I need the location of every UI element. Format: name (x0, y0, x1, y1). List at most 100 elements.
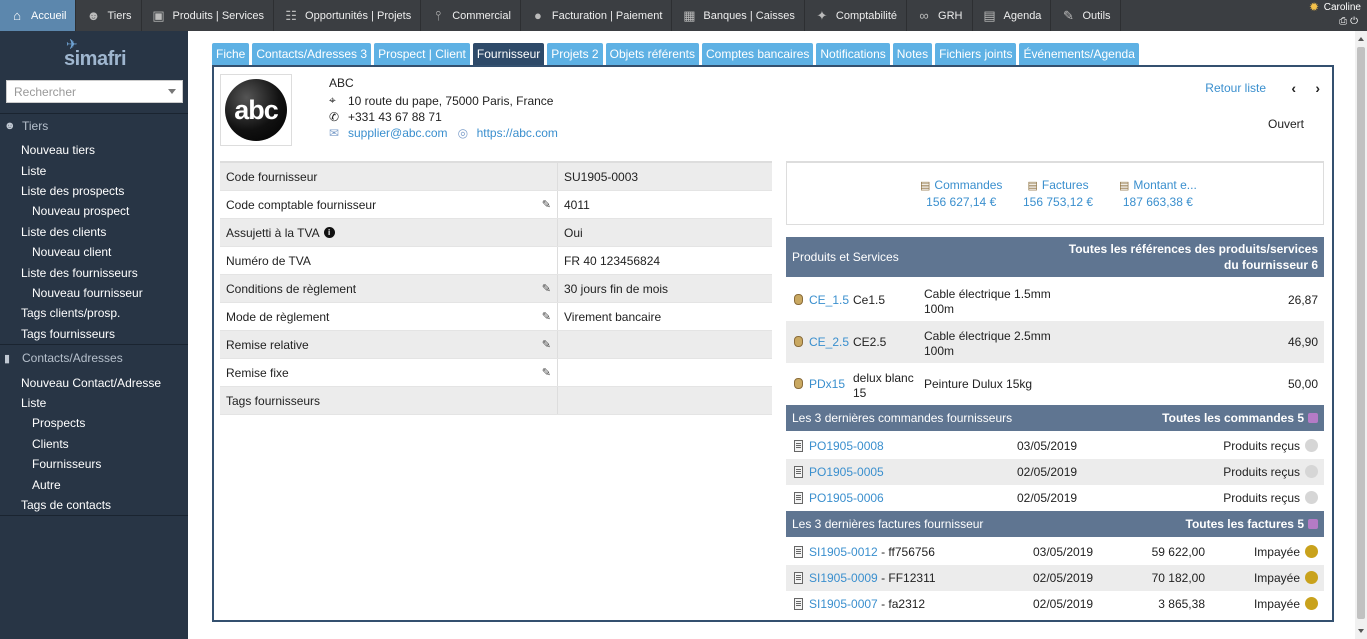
table-row: SI1905-0009 - FF12311 02/05/2019 70 182,00… (786, 565, 1324, 591)
tab-objets-referents[interactable]: Objets référents (605, 43, 699, 65)
pencil-edit-icon[interactable]: ✎ (542, 310, 551, 323)
menu-facturation-paiement[interactable]: ● Facturation | Paiement (521, 0, 673, 31)
next-record-button[interactable]: › (1315, 80, 1320, 96)
document-icon: ▤ (920, 179, 931, 192)
company-name: ABC (329, 76, 354, 90)
sidebar-item-autre[interactable]: Autre (32, 478, 61, 492)
sidebar-item-tags-contacts[interactable]: Tags de contacts (21, 498, 111, 512)
invoices-header: Les 3 dernières factures fournisseur Tou… (786, 511, 1324, 537)
menu-outils[interactable]: ✎ Outils (1051, 0, 1121, 31)
menu-commercial[interactable]: ⫯ Commercial (421, 0, 521, 31)
sidebar-item-tags-fournisseurs[interactable]: Tags fournisseurs (21, 327, 115, 341)
sidebar-item-nouveau-client[interactable]: Nouveau client (32, 245, 111, 259)
pencil-edit-icon[interactable]: ✎ (542, 366, 551, 379)
tab-bar: Fiche Contacts/Adresses 3 Prospect | Cli… (212, 43, 1139, 65)
list-item: CE_1.5 Ce1.5 Cable électrique 1.5mm 100m 26… (786, 279, 1324, 321)
top-menu-bar: ⌂ Accueil ☻ Tiers ▣ Produits | Services ☷ Op… (0, 0, 1367, 31)
scrollbar-thumb[interactable] (1357, 47, 1365, 619)
chevron-down-icon (168, 89, 176, 94)
email-link[interactable]: supplier@abc.com (348, 126, 448, 140)
sidebar-header-contacts[interactable]: ▮ Contacts/Adresses (4, 351, 123, 365)
sidebar-item-liste-clients[interactable]: Liste des clients (21, 225, 106, 239)
menu-tiers[interactable]: ☻ Tiers (76, 0, 142, 31)
previous-record-button[interactable]: ‹ (1291, 80, 1296, 96)
sidebar-item-clients[interactable]: Clients (32, 437, 69, 451)
sidebar: ✈ simafri Rechercher ☻ Tiers Nouveau tier… (0, 31, 188, 639)
sidebar-item-nouveau-fournisseur[interactable]: Nouveau fournisseur (32, 286, 143, 300)
app-logo[interactable]: ✈ simafri (0, 31, 188, 73)
document-icon (794, 466, 803, 478)
document-icon (794, 598, 803, 610)
all-invoices-link[interactable]: Toutes les factures 5 (1186, 517, 1305, 531)
company-phone: ✆ +331 43 67 88 71 (329, 110, 442, 124)
status-dot-icon (1305, 465, 1318, 478)
table-row: Remise relative ✎ (220, 331, 772, 359)
company-address: ⌖ 10 route du pape, 75000 Paris, France (329, 93, 554, 108)
user-name[interactable]: Caroline (1324, 2, 1361, 13)
sidebar-item-prospects[interactable]: Prospects (32, 416, 85, 430)
stat-montant[interactable]: ▤ Montant e... 187 663,38 € (1119, 178, 1197, 209)
status-dot-icon (1305, 571, 1318, 584)
tab-prospect-client[interactable]: Prospect | Client (374, 43, 470, 65)
tab-fichiers-joints[interactable]: Fichiers joints (935, 43, 1017, 65)
sidebar-item-liste[interactable]: Liste (21, 164, 46, 178)
status-dot-icon (1305, 545, 1318, 558)
chart-icon[interactable] (1308, 413, 1318, 423)
sidebar-item-fournisseurs[interactable]: Fournisseurs (32, 457, 101, 471)
map-pin-icon: ⌖ (329, 93, 336, 107)
stat-factures[interactable]: ▤ Factures 156 753,12 € (1023, 178, 1093, 209)
tab-contacts[interactable]: Contacts/Adresses 3 (252, 43, 372, 65)
table-row: SI1905-0012 - ff756756 03/05/2019 59 622,0… (786, 539, 1324, 565)
tab-notifications[interactable]: Notifications (816, 43, 890, 65)
lightbulb-icon[interactable]: ✹ (1309, 0, 1319, 14)
search-select[interactable]: Rechercher (6, 80, 183, 103)
menu-banques-caisses[interactable]: ▦ Banques | Caisses (672, 0, 805, 31)
scroll-up-icon[interactable] (1358, 37, 1364, 41)
sidebar-item-tags-clients[interactable]: Tags clients/prosp. (21, 306, 120, 320)
menu-grh[interactable]: ∞ GRH (907, 0, 973, 31)
menu-produits-services[interactable]: ▣ Produits | Services (142, 0, 275, 31)
sidebar-item-liste-prospects[interactable]: Liste des prospects (21, 184, 124, 198)
tab-notes[interactable]: Notes (892, 43, 933, 65)
sidebar-item-nouveau-prospect[interactable]: Nouveau prospect (32, 204, 129, 218)
company-contact-links: ✉ supplier@abc.com ◎ https://abc.com (329, 126, 568, 140)
tab-fiche[interactable]: Fiche (212, 43, 250, 65)
pencil-edit-icon[interactable]: ✎ (542, 338, 551, 351)
product-icon (794, 378, 803, 389)
page-scrollbar[interactable] (1355, 31, 1367, 639)
tab-projets[interactable]: Projets 2 (547, 43, 603, 65)
print-logout-icons[interactable]: ⎙⏻ (1339, 16, 1361, 27)
sidebar-item-nouveau-tiers[interactable]: Nouveau tiers (21, 143, 95, 157)
document-icon: ▤ (1119, 179, 1130, 192)
menu-agenda[interactable]: ▤ Agenda (973, 0, 1052, 31)
home-icon: ⌂ (13, 7, 21, 23)
sidebar-item-nouveau-contact[interactable]: Nouveau Contact/Adresse (21, 376, 161, 390)
sitemap-icon: ☷ (285, 7, 297, 23)
back-to-list-link[interactable]: Retour liste (1205, 81, 1266, 95)
pencil-edit-icon[interactable]: ✎ (542, 198, 551, 211)
piggy-bank-icon: ● (533, 7, 542, 23)
document-icon (794, 546, 803, 558)
tab-evenements-agenda[interactable]: Événements/Agenda (1019, 43, 1139, 65)
all-orders-link[interactable]: Toutes les commandes 5 (1162, 411, 1304, 425)
menu-comptabilite[interactable]: ✦ Comptabilité (805, 0, 908, 31)
sidebar-item-liste-contacts[interactable]: Liste (21, 396, 46, 410)
divider (0, 344, 188, 345)
status-badge: Ouvert (1267, 117, 1304, 131)
info-icon[interactable]: i (323, 227, 335, 238)
sidebar-item-liste-fournisseurs[interactable]: Liste des fournisseurs (21, 266, 138, 280)
website-link[interactable]: https://abc.com (477, 126, 558, 140)
sidebar-header-tiers[interactable]: ☻ Tiers (4, 119, 48, 133)
menu-opportunites-projets[interactable]: ☷ Opportunités | Projets (274, 0, 422, 31)
tab-comptes-bancaires[interactable]: Comptes bancaires (701, 43, 814, 65)
divider (0, 113, 188, 114)
stat-commandes[interactable]: ▤ Commandes 156 627,14 € (920, 178, 1002, 209)
calendar-icon: ▤ (983, 7, 996, 23)
tab-fournisseur[interactable]: Fournisseur (472, 43, 545, 65)
pencil-edit-icon[interactable]: ✎ (542, 282, 551, 295)
scroll-down-icon[interactable] (1358, 629, 1364, 633)
all-products-link[interactable]: Toutes les références des produits/servi… (1068, 241, 1318, 273)
tie-icon: ⫯ (435, 7, 442, 23)
menu-accueil[interactable]: ⌂ Accueil (0, 0, 77, 31)
chart-icon[interactable] (1308, 519, 1318, 529)
